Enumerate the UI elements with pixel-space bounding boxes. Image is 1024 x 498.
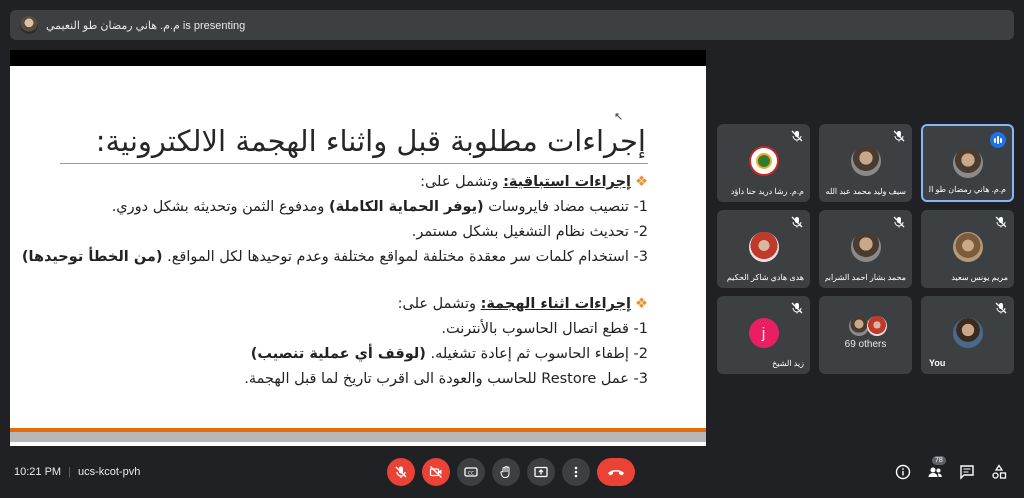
- participant-name: هدى هادي شاكر الحكيم: [726, 273, 804, 282]
- slide-body: ❖إجراءات استباقية: وتشمل على: 1- تنصيب م…: [21, 170, 648, 392]
- slide-title: إجراءات مطلوبة قبل واثناء الهجمة الالكتر…: [95, 124, 646, 158]
- mic-off-icon: [791, 216, 803, 228]
- others-tile[interactable]: 69 others: [819, 296, 912, 374]
- svg-text:CC: CC: [468, 470, 474, 476]
- more-options-button[interactable]: [562, 458, 590, 486]
- control-bar: 10:21 PM | ucs-kcot-pvh CC: [0, 456, 1024, 490]
- others-count: 69 others: [844, 339, 887, 350]
- people-button[interactable]: [925, 462, 945, 482]
- avatar: [952, 148, 983, 178]
- mic-off-icon: [791, 130, 803, 142]
- avatar: [748, 232, 779, 262]
- avatar: [952, 318, 983, 348]
- mic-off-icon: [995, 302, 1007, 314]
- list-item: 1- قطع اتصال الحاسوب بالأنترنت.: [441, 321, 648, 337]
- participant-name: سيف وليد محمد عبد الله: [825, 187, 906, 196]
- info-icon: [895, 464, 911, 480]
- people-count-badge: 78: [932, 456, 946, 465]
- self-tile[interactable]: You: [921, 296, 1014, 374]
- participant-tile-presenter[interactable]: م.م. هاني رمضان طو النعيمي: [921, 124, 1014, 202]
- presentation-slide: إجراءات مطلوبة قبل واثناء الهجمة الالكتر…: [10, 66, 706, 446]
- participant-name: محمد بشار احمد الشرابي: [825, 273, 906, 282]
- camera-toggle-button[interactable]: [422, 458, 450, 486]
- mic-off-icon: [893, 216, 905, 228]
- meeting-code: ucs-kcot-pvh: [77, 466, 141, 478]
- mic-off-icon: [395, 466, 407, 478]
- mic-toggle-button[interactable]: [387, 458, 415, 486]
- hand-icon: [500, 466, 510, 479]
- mic-off-icon: [791, 302, 803, 314]
- mic-off-icon: [893, 130, 905, 142]
- meeting-details-button[interactable]: [893, 462, 913, 482]
- presenter-avatar: [20, 16, 38, 34]
- chat-icon: [960, 465, 974, 480]
- participant-name: م.م. هاني رمضان طو النعيمي: [929, 185, 1006, 194]
- list-item: 3- عمل Restore للحاسب والعودة الى اقرب ت…: [244, 371, 648, 387]
- participant-tile[interactable]: محمد بشار احمد الشرابي: [819, 210, 912, 288]
- list-item: 3- استخدام كلمات سر معقدة مختلفة لمواقع …: [21, 249, 648, 265]
- raise-hand-button[interactable]: [492, 458, 520, 486]
- title-divider: [60, 163, 648, 164]
- participant-tile[interactable]: j زيد الشيخ: [717, 296, 810, 374]
- section-heading-1: ❖إجراءات استباقية: وتشمل على:: [420, 174, 648, 190]
- avatar: [748, 146, 779, 176]
- avatar: [849, 316, 869, 336]
- meeting-time: 10:21 PM: [14, 466, 62, 478]
- leave-call-button[interactable]: [597, 458, 635, 486]
- participant-tile[interactable]: مريم يونس سعيد: [921, 210, 1014, 288]
- list-item: 2- تحديث نظام التشغيل بشكل مستمر.: [411, 224, 648, 240]
- avatar: j: [748, 318, 779, 348]
- avatar: [850, 232, 881, 262]
- presenter-bar: م.م. هاني رمضان طو النعيمي is presenting: [10, 10, 1014, 40]
- present-button[interactable]: [527, 458, 555, 486]
- presentation-stage: إجراءات مطلوبة قبل واثناء الهجمة الالكتر…: [10, 50, 706, 446]
- presenter-label: م.م. هاني رمضان طو النعيمي is presenting: [46, 19, 246, 32]
- activities-button[interactable]: [989, 462, 1009, 482]
- list-item: 2- إطفاء الحاسوب ثم إعادة تشغيله. (لوقف …: [250, 346, 648, 362]
- participant-name: م.م. رشا دريد حنا داؤد: [730, 187, 804, 196]
- participant-tile[interactable]: سيف وليد محمد عبد الله: [819, 124, 912, 202]
- bullet-icon: ❖: [635, 296, 648, 312]
- self-label: You: [929, 358, 946, 368]
- participant-name: زيد الشيخ: [772, 359, 804, 368]
- meeting-info: 10:21 PM | ucs-kcot-pvh: [14, 466, 141, 478]
- bullet-icon: ❖: [635, 174, 648, 190]
- captions-button[interactable]: CC: [457, 458, 485, 486]
- list-item: 1- تنصيب مضاد فايروسات (يوفر الحماية الك…: [111, 199, 648, 215]
- avatar: [952, 232, 983, 262]
- avatar: [867, 316, 887, 336]
- participant-tile[interactable]: م.م. رشا دريد حنا داؤد: [717, 124, 810, 202]
- speaking-indicator-icon: [990, 132, 1006, 148]
- present-screen-icon: [534, 466, 548, 478]
- captions-icon: CC: [464, 467, 478, 477]
- activities-icon: [992, 464, 1007, 479]
- chat-button[interactable]: [957, 462, 977, 482]
- participant-tile[interactable]: هدى هادي شاكر الحكيم: [717, 210, 810, 288]
- people-icon: [928, 467, 942, 477]
- mouse-cursor-icon: ↖: [614, 111, 624, 123]
- avatar: [850, 146, 881, 176]
- section-heading-2: ❖إجراءات اثناء الهجمة: وتشمل على:: [397, 296, 648, 312]
- more-vert-icon: [574, 466, 578, 478]
- hang-up-icon: [608, 470, 624, 476]
- camera-off-icon: [429, 465, 443, 479]
- slide-footer-bar: [10, 432, 706, 442]
- mic-off-icon: [995, 216, 1007, 228]
- participant-name: مريم يونس سعيد: [951, 273, 1008, 282]
